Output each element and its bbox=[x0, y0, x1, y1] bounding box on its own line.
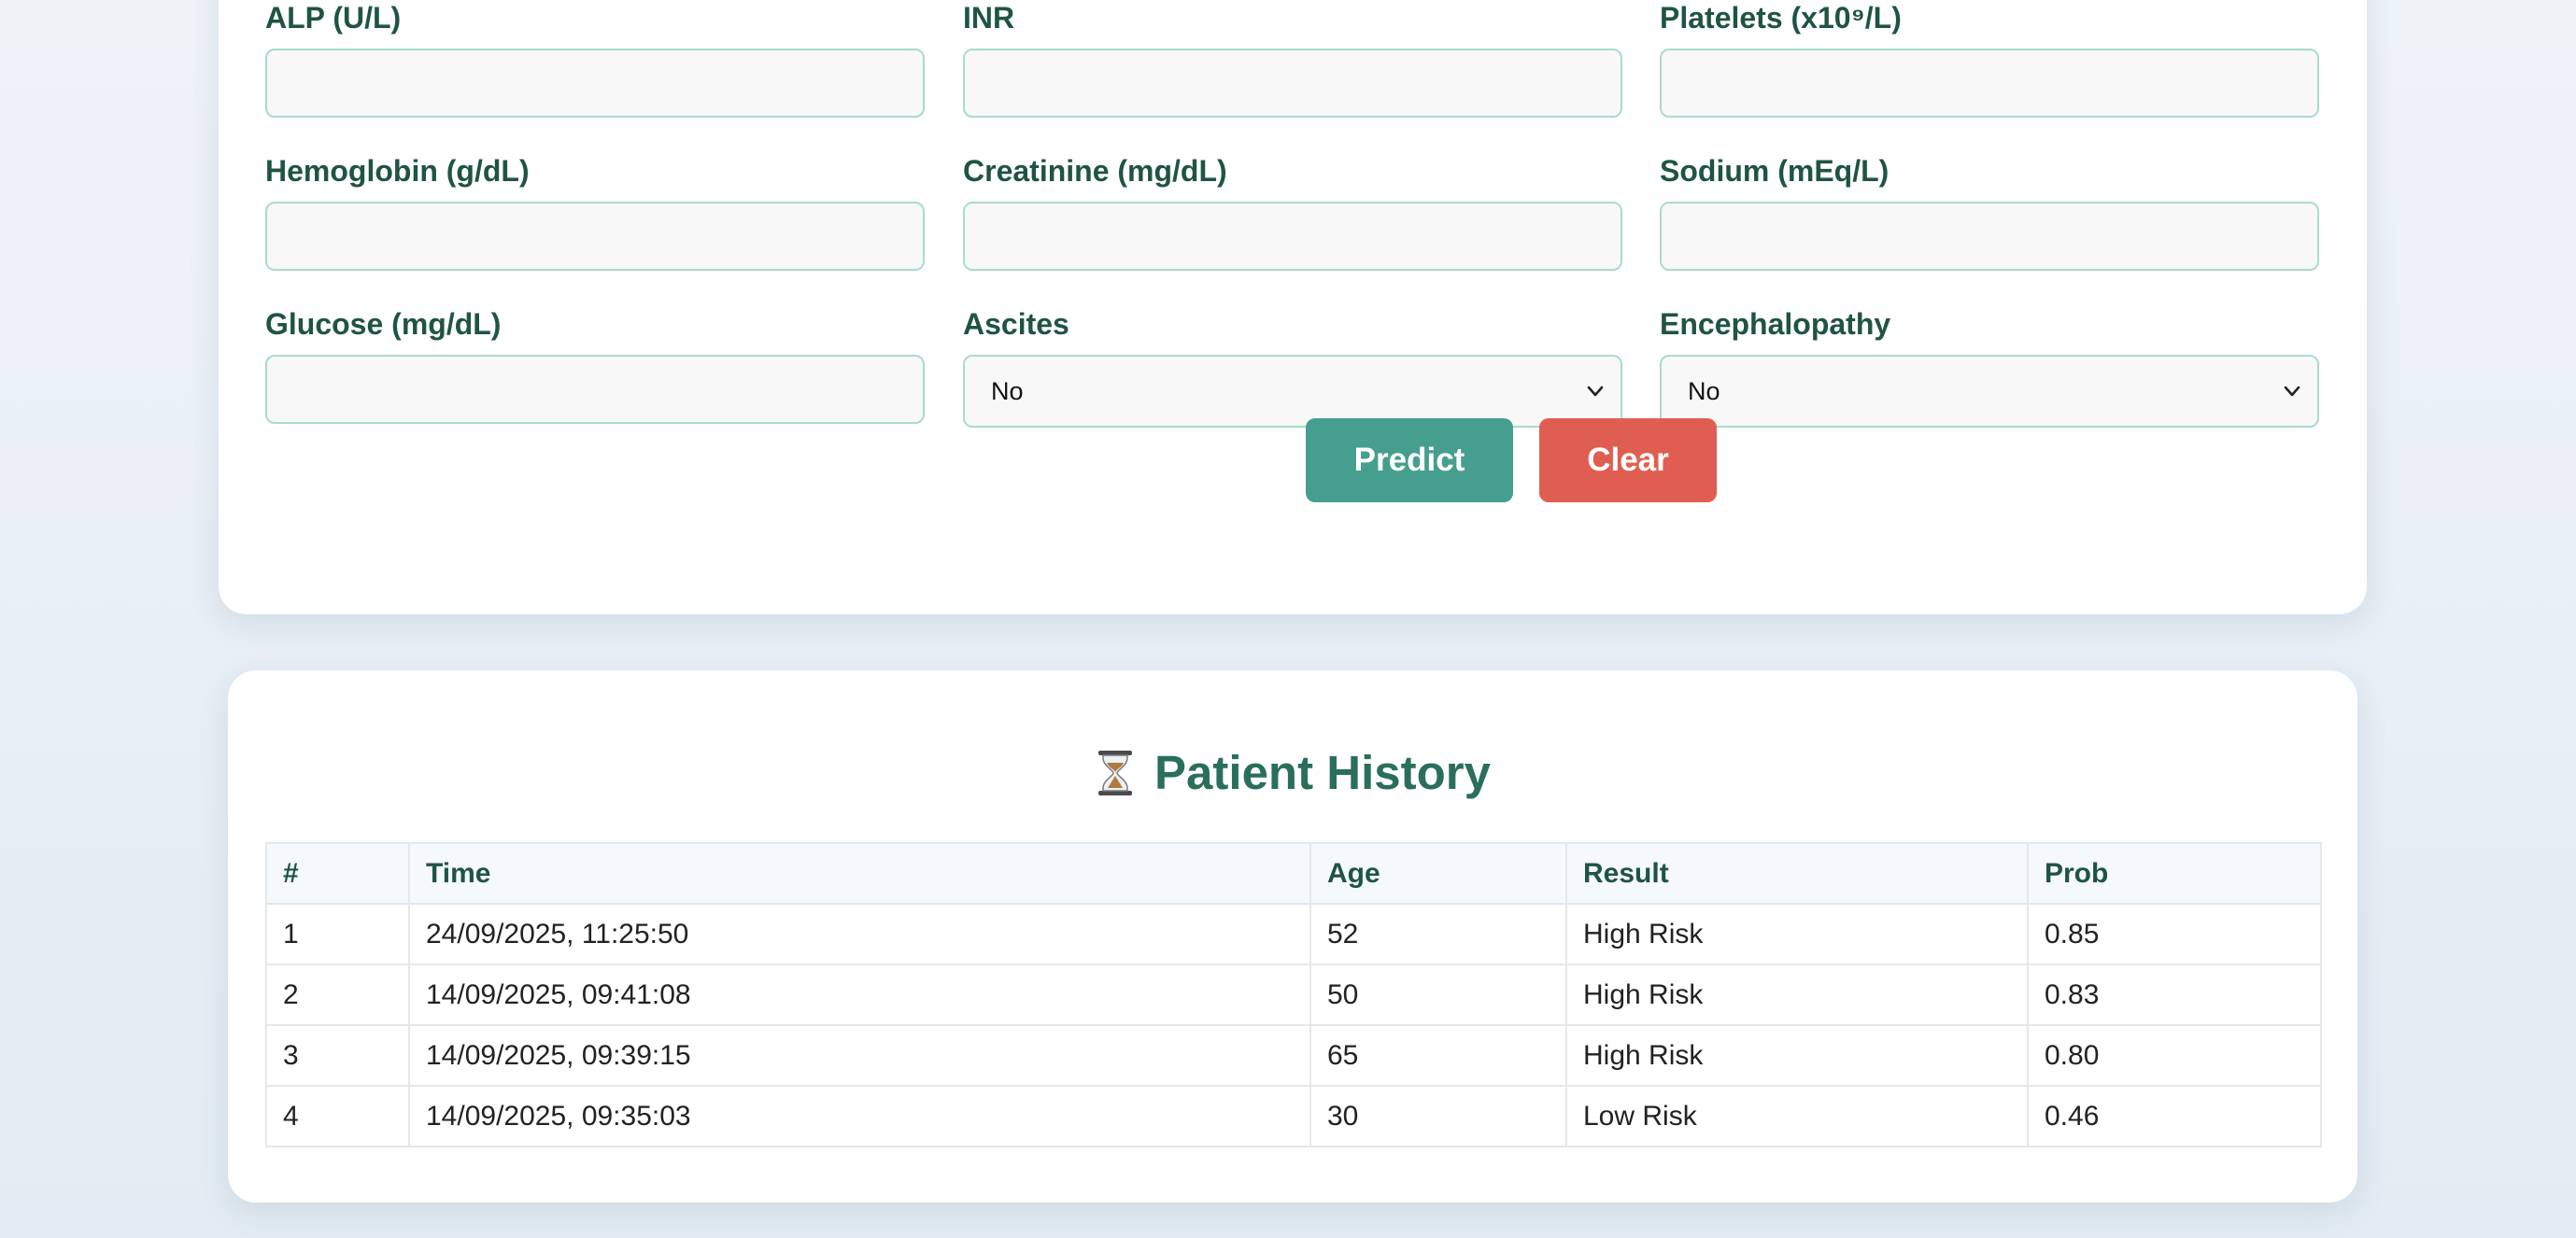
alp-field: ALP (U/L) bbox=[265, 0, 925, 118]
alp-label: ALP (U/L) bbox=[265, 1, 402, 35]
row-time: 14/09/2025, 09:41:08 bbox=[408, 964, 1311, 1026]
row-result: High Risk bbox=[1565, 903, 2029, 965]
row-number: 4 bbox=[265, 1085, 410, 1147]
table-row: 1 24/09/2025, 11:25:50 52 High Risk 0.85 bbox=[265, 903, 2322, 965]
encephalopathy-label: Encephalopathy bbox=[1660, 307, 1891, 341]
col-header-result: Result bbox=[1565, 842, 2029, 905]
clear-button[interactable]: Clear bbox=[1539, 418, 1717, 502]
creatinine-input[interactable] bbox=[963, 202, 1622, 271]
history-table: # Time Age Result Prob 1 24/09/2025, 11:… bbox=[265, 842, 2322, 1147]
table-header-row: # Time Age Result Prob bbox=[265, 842, 2322, 905]
row-age: 50 bbox=[1309, 964, 1567, 1026]
row-prob: 0.83 bbox=[2027, 964, 2322, 1026]
hourglass-icon bbox=[1098, 750, 1133, 795]
table-row: 3 14/09/2025, 09:39:15 65 High Risk 0.80 bbox=[265, 1024, 2322, 1087]
ascites-select-value: No bbox=[991, 376, 1024, 405]
glucose-input[interactable] bbox=[265, 355, 925, 424]
inr-field: INR bbox=[963, 0, 1622, 118]
col-header-age: Age bbox=[1309, 842, 1567, 905]
platelets-input[interactable] bbox=[1660, 49, 2319, 118]
ascites-select[interactable]: No bbox=[963, 355, 1622, 428]
creatinine-label: Creatinine (mg/dL) bbox=[963, 154, 1227, 188]
alp-input[interactable] bbox=[265, 49, 925, 118]
inr-label: INR bbox=[963, 1, 1015, 35]
hemoglobin-label: Hemoglobin (g/dL) bbox=[265, 154, 530, 188]
table-row: 2 14/09/2025, 09:41:08 50 High Risk 0.83 bbox=[265, 964, 2322, 1026]
row-time: 14/09/2025, 09:35:03 bbox=[408, 1085, 1311, 1147]
col-header-prob: Prob bbox=[2027, 842, 2322, 905]
history-heading: Patient History bbox=[228, 745, 2357, 800]
row-time: 24/09/2025, 11:25:50 bbox=[408, 903, 1311, 965]
encephalopathy-select-value: No bbox=[1688, 376, 1720, 405]
hemoglobin-field: Hemoglobin (g/dL) bbox=[265, 153, 925, 271]
row-time: 14/09/2025, 09:39:15 bbox=[408, 1024, 1311, 1087]
row-result: High Risk bbox=[1565, 964, 2029, 1026]
row-age: 30 bbox=[1309, 1085, 1567, 1147]
sodium-field: Sodium (mEq/L) bbox=[1660, 153, 2319, 271]
sodium-input[interactable] bbox=[1660, 202, 2319, 271]
ascites-label: Ascites bbox=[963, 307, 1069, 341]
row-number: 2 bbox=[265, 964, 410, 1026]
prediction-form-card: ALP (U/L) INR Platelets (x10⁹/L) Hemoglo… bbox=[219, 0, 2367, 614]
encephalopathy-field: Encephalopathy No bbox=[1660, 306, 2319, 428]
row-prob: 0.46 bbox=[2027, 1085, 2322, 1147]
history-title: Patient History bbox=[1154, 746, 1491, 799]
chevron-down-icon bbox=[1587, 386, 1604, 397]
predict-button[interactable]: Predict bbox=[1306, 418, 1513, 502]
row-prob: 0.80 bbox=[2027, 1024, 2322, 1087]
row-result: Low Risk bbox=[1565, 1085, 2029, 1147]
encephalopathy-select[interactable]: No bbox=[1660, 355, 2319, 428]
inr-input[interactable] bbox=[963, 49, 1622, 118]
row-age: 52 bbox=[1309, 903, 1567, 965]
ascites-field: Ascites No bbox=[963, 306, 1622, 428]
row-result: High Risk bbox=[1565, 1024, 2029, 1087]
chevron-down-icon bbox=[2284, 386, 2300, 397]
row-number: 3 bbox=[265, 1024, 410, 1087]
platelets-field: Platelets (x10⁹/L) bbox=[1660, 0, 2319, 118]
glucose-label: Glucose (mg/dL) bbox=[265, 307, 502, 341]
row-number: 1 bbox=[265, 903, 410, 965]
row-age: 65 bbox=[1309, 1024, 1567, 1087]
col-header-time: Time bbox=[408, 842, 1311, 905]
creatinine-field: Creatinine (mg/dL) bbox=[963, 153, 1622, 271]
platelets-label: Platelets (x10⁹/L) bbox=[1660, 1, 1902, 35]
table-row: 4 14/09/2025, 09:35:03 30 Low Risk 0.46 bbox=[265, 1085, 2322, 1147]
hemoglobin-input[interactable] bbox=[265, 202, 925, 271]
patient-history-card: Patient History # Time Age Result Prob 1… bbox=[228, 670, 2357, 1203]
glucose-field: Glucose (mg/dL) bbox=[265, 306, 925, 424]
row-prob: 0.85 bbox=[2027, 903, 2322, 965]
sodium-label: Sodium (mEq/L) bbox=[1660, 154, 1890, 188]
col-header-number: # bbox=[265, 842, 410, 905]
